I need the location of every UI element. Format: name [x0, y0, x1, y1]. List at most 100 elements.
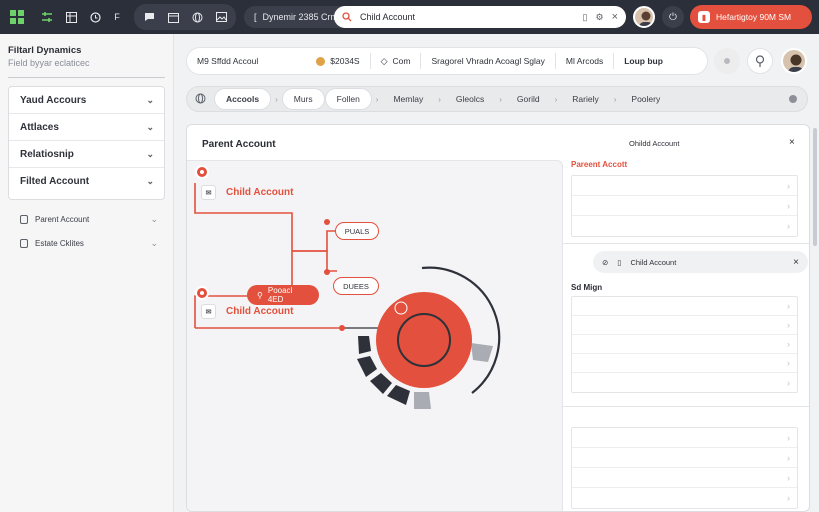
child-node-label: Child Account	[226, 187, 294, 198]
detail-panel-title: Ohildd Account	[629, 139, 680, 148]
owner-avatar[interactable]	[781, 48, 807, 74]
node-badge-icon[interactable]	[195, 165, 209, 179]
section-label: Sd Mign	[571, 283, 603, 292]
record-name-label: M9 Sffdd Accoul	[197, 56, 259, 66]
tab-gorild[interactable]: Gorild	[506, 88, 551, 110]
filter-item[interactable]: Attlaces ⌄	[9, 114, 164, 141]
highlight-button[interactable]: ▮ Hefartigtoy 90M SM	[690, 5, 812, 29]
record-header: M9 Sffdd Accoul $2034S ◇ Com Sragorel Vhr…	[186, 47, 708, 75]
filter-panel: Yaud Accours ⌄ Attlaces ⌄ Relatiosnip ⌄ Fil…	[8, 86, 165, 200]
sidebar-link-estate[interactable]: Estate Cklites ⌄	[20, 235, 158, 251]
node-badge-icon[interactable]	[195, 286, 209, 300]
sidebar-link-parent-account[interactable]: Parent Account ⌄	[20, 211, 158, 227]
panel-divider	[563, 406, 809, 407]
list-item[interactable]: ›	[572, 488, 797, 508]
ban-icon[interactable]: ⊘	[602, 258, 608, 267]
list-item[interactable]: ›	[572, 428, 797, 448]
clear-search-icon[interactable]: ×	[612, 11, 618, 23]
header-records[interactable]: Ml Arcods	[556, 48, 613, 74]
parent-node-pill[interactable]: ⚲ Pooacl 4ED	[247, 285, 319, 305]
chevron-down-icon: ⌄	[146, 94, 154, 105]
connector-lines	[194, 183, 501, 409]
coin-icon	[316, 56, 326, 66]
tab-accools[interactable]: Accools	[214, 88, 272, 110]
tab-poolery[interactable]: Poolery	[620, 88, 671, 110]
vertical-scrollbar[interactable]	[813, 128, 817, 246]
power-icon[interactable]: ⏻	[662, 6, 684, 28]
list-item[interactable]: ›	[572, 448, 797, 468]
header-lookup[interactable]: Loup bup	[614, 48, 673, 74]
list-item[interactable]: ›	[572, 216, 797, 236]
clock-icon[interactable]	[84, 6, 106, 28]
diamond-icon: ◇	[380, 55, 388, 66]
tab-follen[interactable]: Follen	[324, 88, 372, 110]
document-icon	[20, 214, 28, 224]
filter-item[interactable]: Filted Account ⌄	[9, 168, 164, 195]
header-record-name[interactable]: M9 Sffdd Accoul	[187, 48, 268, 74]
status-dot-icon	[789, 95, 797, 103]
search-icon: ⚲	[257, 290, 263, 300]
filter-item[interactable]: Relatiosnip ⌄	[9, 141, 164, 168]
child-account-list: › › › › ›	[571, 296, 798, 393]
sidebar-title: Filtarl Dynamics	[8, 45, 82, 56]
list-item[interactable]: ›	[572, 354, 797, 373]
image-icon[interactable]	[210, 6, 232, 28]
calendar-icon[interactable]	[162, 6, 184, 28]
header-amount: $2034S	[306, 48, 369, 74]
tab-rariely[interactable]: Rariely	[561, 88, 609, 110]
globe-icon[interactable]	[186, 6, 208, 28]
mail-icon: ✉	[201, 185, 216, 200]
records-label: Ml Arcods	[565, 56, 604, 66]
compose-label: Com	[392, 56, 411, 66]
header-description: Sragorel Vhradn Acoagl Sglay	[421, 48, 554, 74]
list-item[interactable]: ›	[572, 316, 797, 335]
filter-label: Attlaces	[20, 121, 59, 133]
font-icon[interactable]: F	[106, 6, 128, 28]
pin-button[interactable]	[747, 48, 773, 74]
tab-bar: Accools › Murs Follen › Memlay › Gleolcs…	[186, 86, 808, 112]
global-search[interactable]: Child Account ▯ ⚙ ×	[334, 6, 626, 28]
child-node-label: Child Account	[226, 306, 294, 317]
filter-label: Yaud Accours	[20, 94, 87, 106]
record-dot-button[interactable]	[714, 48, 740, 74]
tab-murs[interactable]: Murs	[281, 88, 325, 110]
child-tag-upper[interactable]: PUALS	[335, 222, 379, 240]
mail-icon: ✉	[201, 304, 216, 319]
close-icon[interactable]: ×	[789, 137, 795, 148]
header-compose[interactable]: ◇ Com	[371, 48, 421, 74]
chevron-right-icon: ›	[375, 94, 379, 104]
tab-gleolcs[interactable]: Gleolcs	[445, 88, 495, 110]
filter-icon[interactable]	[36, 6, 58, 28]
child-tag-lower[interactable]: DUEES	[333, 277, 379, 295]
copy-icon[interactable]: ▯	[617, 258, 621, 267]
filter-item[interactable]: Yaud Accours ⌄	[9, 87, 164, 114]
list-item[interactable]: ›	[572, 373, 797, 392]
settings-icon[interactable]: ⚙	[595, 12, 603, 23]
tab-memlay[interactable]: Memlay	[382, 88, 434, 110]
filter-label: Filted Account	[20, 176, 90, 187]
search-input[interactable]: Child Account	[360, 12, 575, 22]
lookup-label: Loup bup	[624, 56, 663, 66]
chevron-down-icon: ⌄	[150, 237, 158, 248]
app-grid-icon[interactable]	[6, 6, 28, 28]
close-icon[interactable]: ×	[793, 257, 799, 268]
chevron-right-icon: ›	[499, 94, 502, 104]
list-item[interactable]: ›	[572, 468, 797, 488]
list-item[interactable]: ›	[572, 297, 797, 316]
document-icon	[20, 238, 28, 248]
globe-icon[interactable]	[195, 93, 206, 106]
list-item[interactable]: ›	[572, 176, 797, 196]
bracket-icon: [	[254, 12, 257, 22]
list-item[interactable]: ›	[572, 335, 797, 354]
amount-value: $2034S	[330, 56, 360, 66]
user-avatar[interactable]	[633, 6, 655, 28]
hierarchy-canvas[interactable]: ✉ Child Account PUALS ⚲ Pooacl 4ED DUEES…	[187, 160, 563, 511]
child-node-top[interactable]: ✉ Child Account	[201, 185, 293, 200]
list-item[interactable]: ›	[572, 196, 797, 216]
sidebar-subtitle: Field byyar eclaticec	[8, 58, 90, 68]
tag-icon[interactable]: ▯	[583, 12, 588, 23]
chat-icon[interactable]	[138, 6, 160, 28]
table-icon[interactable]	[60, 6, 82, 28]
child-node-bottom[interactable]: ✉ Child Account	[201, 304, 293, 319]
briefcase-icon: ▮	[698, 11, 710, 23]
